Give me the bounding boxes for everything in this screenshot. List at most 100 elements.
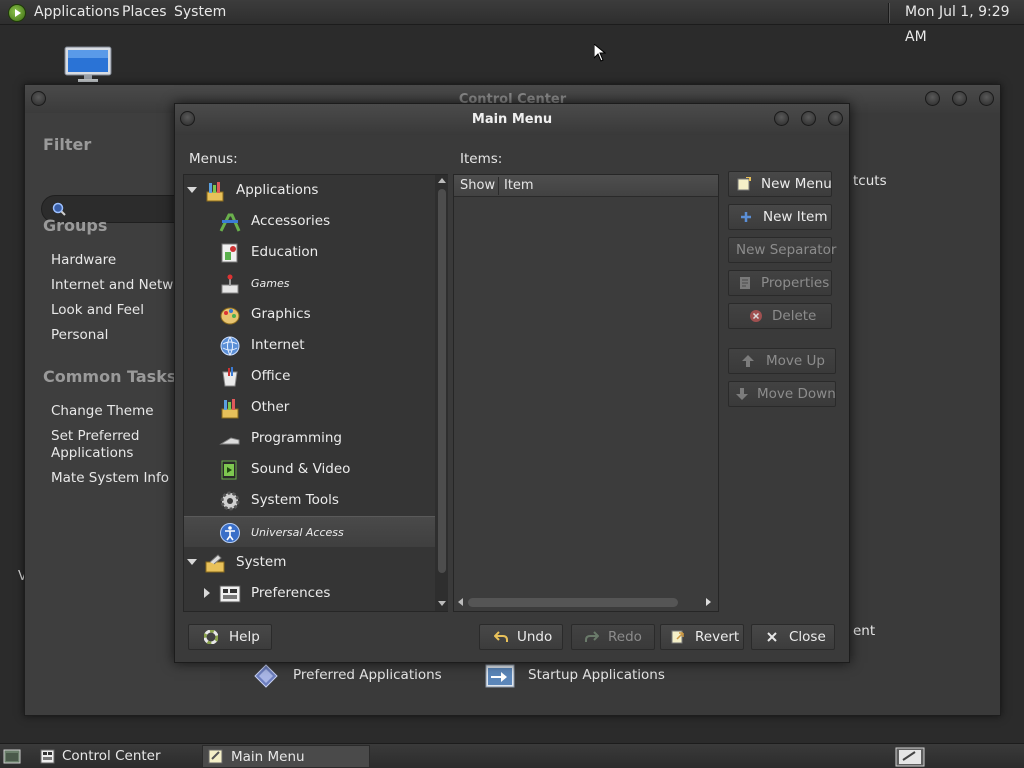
- tree-item-accessories[interactable]: Accessories: [184, 206, 435, 237]
- main-menu-close-wm-button[interactable]: [828, 111, 843, 126]
- undo-label: Undo: [517, 629, 553, 645]
- task-change-theme[interactable]: Change Theme: [51, 403, 154, 420]
- main-menu-minimize-button[interactable]: [774, 111, 789, 126]
- games-icon: [221, 274, 239, 294]
- show-desktop-icon[interactable]: [3, 749, 21, 764]
- taskbar-main-menu[interactable]: Main Menu: [202, 745, 370, 768]
- tree-item-graphics[interactable]: Graphics: [184, 299, 435, 330]
- move-down-button[interactable]: Move Down: [728, 381, 836, 407]
- group-personal[interactable]: Personal: [51, 327, 108, 344]
- preferred-applications-item[interactable]: Preferred Applications: [293, 667, 442, 683]
- tree-item-applications[interactable]: Applications: [184, 175, 435, 206]
- tree-item-internet[interactable]: Internet: [184, 330, 435, 361]
- menus-vertical-scrollbar[interactable]: [435, 175, 448, 611]
- delete-button[interactable]: Delete: [728, 303, 832, 329]
- scroll-right-arrow-icon[interactable]: [706, 598, 711, 606]
- scroll-down-arrow-icon[interactable]: [438, 601, 446, 606]
- task-mate-system-info[interactable]: Mate System Info: [51, 470, 169, 487]
- tree-item-preferences[interactable]: Preferences: [184, 578, 435, 609]
- tree-item-system[interactable]: System: [184, 547, 435, 578]
- programming-icon: [219, 437, 240, 445]
- tree-label-preferences: Preferences: [251, 585, 331, 601]
- mouse-cursor-icon: [594, 44, 606, 62]
- new-item-label: New Item: [763, 209, 828, 225]
- tree-item-system-tools[interactable]: System Tools: [184, 485, 435, 516]
- accessories-icon: [219, 213, 241, 232]
- control-center-partial-item-2[interactable]: ent: [853, 623, 875, 639]
- control-center-close-button[interactable]: [979, 91, 994, 106]
- menus-scroll-thumb[interactable]: [438, 189, 446, 573]
- top-panel: Applications Places System Mon Jul 1, 9:…: [0, 0, 1024, 45]
- move-down-label: Move Down: [757, 386, 836, 402]
- main-menu-app-icon: [208, 749, 223, 764]
- help-lifebuoy-icon: [204, 630, 218, 644]
- task-set-preferred-applications[interactable]: Set Preferred Applications: [51, 428, 171, 462]
- groups-heading: Groups: [43, 216, 108, 235]
- properties-icon: [740, 277, 750, 289]
- common-tasks-heading: Common Tasks: [43, 367, 177, 386]
- column-header-item[interactable]: Item: [504, 175, 534, 197]
- undo-button[interactable]: Undo: [479, 624, 563, 650]
- group-hardware[interactable]: Hardware: [51, 252, 116, 269]
- bottom-panel: Control Center Main Menu: [0, 743, 1024, 768]
- workspace-switcher-icon[interactable]: [895, 747, 925, 767]
- move-up-label: Move Up: [766, 353, 825, 369]
- group-look-and-feel[interactable]: Look and Feel: [51, 302, 144, 319]
- tree-label-graphics: Graphics: [251, 306, 311, 322]
- tree-label-office: Office: [251, 368, 291, 384]
- taskbar-control-center[interactable]: Control Center: [34, 745, 198, 768]
- main-menu-title: Main Menu: [471, 112, 553, 127]
- control-center-maximize-button[interactable]: [952, 91, 967, 106]
- expander-expanded-icon[interactable]: [187, 559, 197, 565]
- tree-item-sound-video[interactable]: Sound & Video: [184, 454, 435, 485]
- main-menu-maximize-button[interactable]: [801, 111, 816, 126]
- tree-item-universal-access[interactable]: Universal Access: [184, 516, 435, 547]
- items-horizontal-scrollbar[interactable]: [456, 595, 716, 609]
- new-menu-button[interactable]: New Menu: [728, 171, 832, 197]
- move-up-button[interactable]: Move Up: [728, 348, 836, 374]
- menus-label: Menus:: [189, 151, 238, 167]
- menus-tree[interactable]: Applications Accessories Education Games…: [183, 174, 448, 612]
- control-center-minimize-button[interactable]: [925, 91, 940, 106]
- panel-clock[interactable]: Mon Jul 1, 9:29 AM: [905, 0, 1024, 45]
- universal-access-icon: [220, 523, 240, 543]
- taskbar-main-menu-label: Main Menu: [231, 749, 305, 765]
- computer-icon[interactable]: [64, 46, 112, 82]
- help-label: Help: [229, 629, 260, 645]
- education-icon: [221, 243, 238, 263]
- redo-button[interactable]: Redo: [571, 624, 655, 650]
- main-menu-window: Main Menu Menus: Items: Applications Acc…: [174, 103, 850, 663]
- tree-label-universal-access: Universal Access: [251, 526, 344, 539]
- revert-button[interactable]: Revert: [660, 624, 744, 650]
- properties-button[interactable]: Properties: [728, 270, 832, 296]
- new-separator-button[interactable]: New Separator: [728, 237, 836, 263]
- tree-item-games[interactable]: Games: [184, 268, 435, 299]
- startup-applications-item[interactable]: Startup Applications: [528, 667, 665, 683]
- properties-label: Properties: [761, 275, 830, 291]
- tree-item-other[interactable]: Other: [184, 392, 435, 423]
- panel-menu-applications[interactable]: Applications: [34, 0, 120, 25]
- items-scroll-thumb[interactable]: [468, 598, 678, 607]
- plus-icon: [741, 212, 751, 222]
- panel-menu-system[interactable]: System: [174, 0, 226, 25]
- expander-collapsed-icon[interactable]: [204, 588, 210, 598]
- tree-label-system: System: [236, 554, 287, 570]
- help-button[interactable]: Help: [188, 624, 272, 650]
- column-header-show[interactable]: Show: [460, 175, 495, 197]
- tree-item-programming[interactable]: Programming: [184, 423, 435, 454]
- tree-label-programming: Programming: [251, 430, 342, 446]
- tree-item-education[interactable]: Education: [184, 237, 435, 268]
- control-center-partial-item-1[interactable]: tcuts: [853, 173, 887, 189]
- tree-item-office[interactable]: Office: [184, 361, 435, 392]
- panel-menu-places[interactable]: Places: [122, 0, 167, 25]
- scroll-left-arrow-icon[interactable]: [458, 598, 463, 606]
- mate-logo-icon[interactable]: [8, 4, 26, 22]
- applications-icon: [206, 182, 224, 202]
- tree-label-games: Games: [251, 277, 290, 290]
- close-button[interactable]: Close: [751, 624, 835, 650]
- expander-expanded-icon[interactable]: [187, 187, 197, 193]
- items-list[interactable]: Show Item: [453, 174, 719, 612]
- delete-label: Delete: [772, 308, 817, 324]
- scroll-up-arrow-icon[interactable]: [438, 178, 446, 183]
- new-item-button[interactable]: New Item: [728, 204, 832, 230]
